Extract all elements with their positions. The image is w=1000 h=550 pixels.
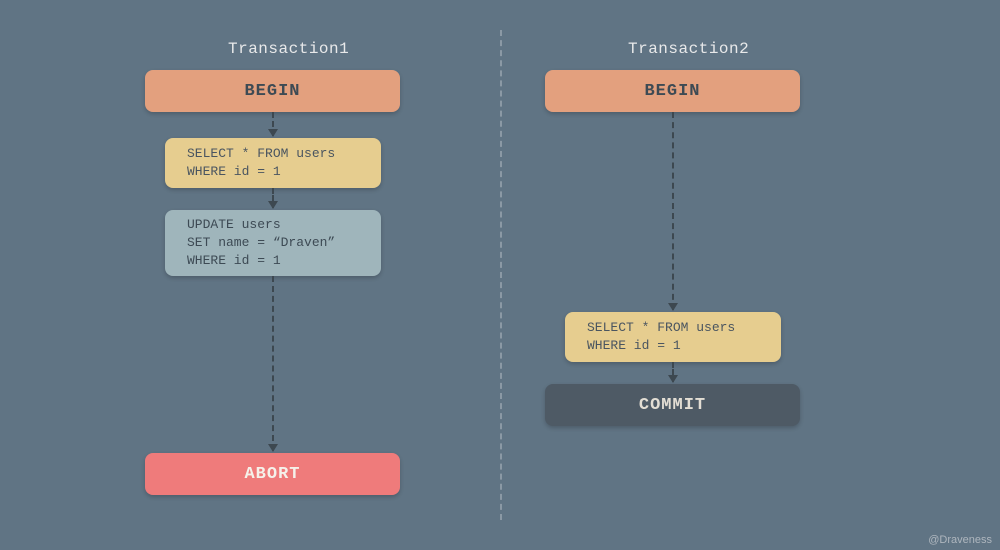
arrow-t1-2 <box>272 188 274 208</box>
box-update-t1: UPDATE users SET name = “Draven” WHERE i… <box>165 210 381 276</box>
vertical-divider <box>500 30 502 520</box>
title-transaction1: Transaction1 <box>228 40 349 58</box>
label-select: SELECT * FROM users WHERE id = 1 <box>187 145 335 181</box>
box-begin-t2: BEGIN <box>545 70 800 112</box>
label-update: UPDATE users SET name = “Draven” WHERE i… <box>187 216 335 271</box>
box-select-t2: SELECT * FROM users WHERE id = 1 <box>565 312 781 362</box>
box-commit-t2: COMMIT <box>545 384 800 426</box>
label-commit: COMMIT <box>639 396 706 415</box>
title-transaction2: Transaction2 <box>628 40 749 58</box>
arrow-t1-3 <box>272 276 274 451</box>
arrow-t2-2 <box>672 362 674 382</box>
label-select: SELECT * FROM users WHERE id = 1 <box>587 319 735 355</box>
box-begin-t1: BEGIN <box>145 70 400 112</box>
box-select-t1: SELECT * FROM users WHERE id = 1 <box>165 138 381 188</box>
label-abort: ABORT <box>244 465 300 484</box>
box-abort-t1: ABORT <box>145 453 400 495</box>
label-begin: BEGIN <box>244 82 300 101</box>
label-begin: BEGIN <box>644 82 700 101</box>
credit-text: @Draveness <box>928 534 992 546</box>
arrow-t2-1 <box>672 112 674 310</box>
arrow-t1-1 <box>272 112 274 136</box>
diagram-canvas: Transaction1 BEGIN SELECT * FROM users W… <box>0 0 1000 550</box>
